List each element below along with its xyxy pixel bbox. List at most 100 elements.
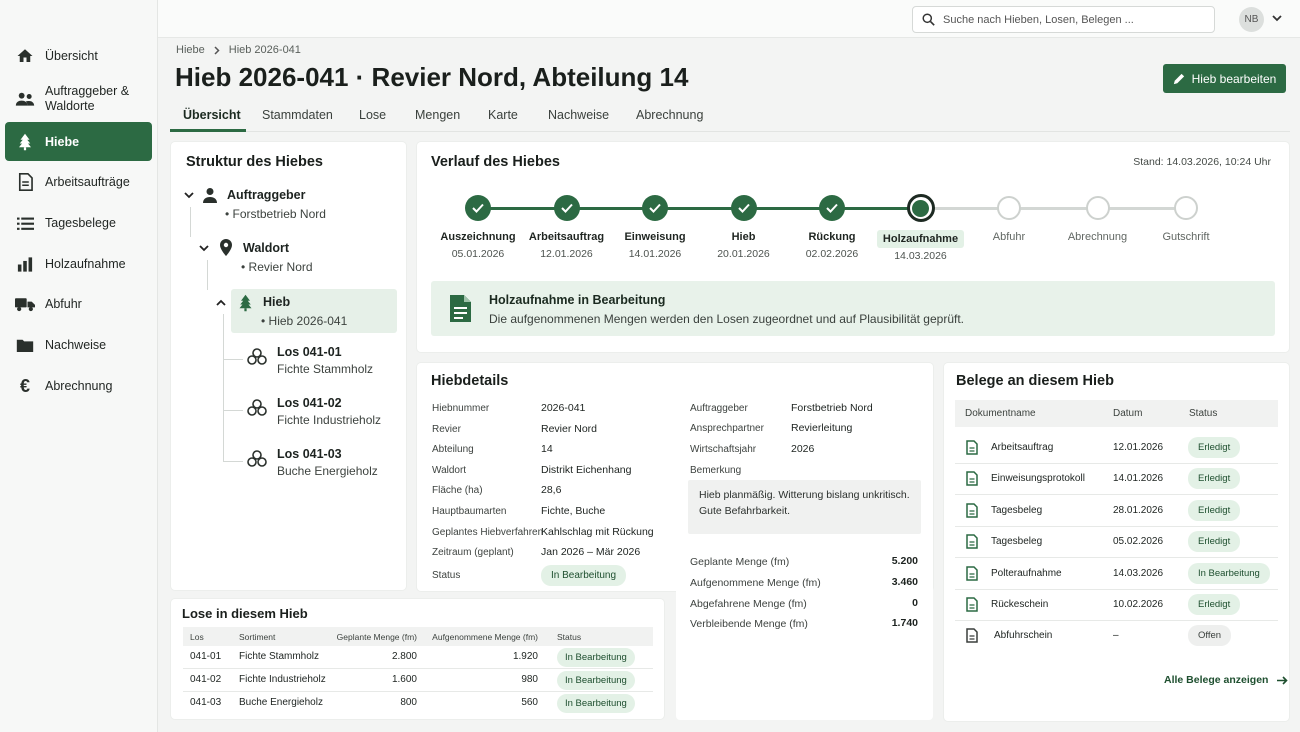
breadcrumb-parent[interactable]: Hiebe [176,44,205,56]
tab-stammdaten[interactable]: Stammdaten [262,108,333,122]
page-title: Hieb 2026-041 · Revier Nord, Abteilung 1… [175,62,689,92]
tab-mengen[interactable]: Mengen [415,108,460,122]
bar-chart-icon [5,256,45,272]
timeline-step[interactable]: Gutschrift [1141,231,1231,243]
status-badge: Erledigt [1188,499,1241,521]
tree-icon [5,133,45,151]
quantity-value: 1.740 [891,617,918,630]
document-name[interactable]: Abfuhrschein [994,630,1052,641]
chevron-down-icon[interactable] [1272,15,1282,22]
sidebar-item-hiebe[interactable]: Hiebe [5,122,152,161]
detail-value: 14 [541,443,553,456]
tab-nachweise[interactable]: Nachweise [548,108,609,122]
sidebar-item-nachweise[interactable]: Nachweise [5,331,152,359]
document-name[interactable]: Tagesbeleg [991,505,1042,516]
sidebar: Übersicht Auftraggeber & Waldorte Hiebe … [0,0,158,732]
step-future-marker [1174,196,1198,220]
lots-header: Status [557,632,582,642]
lot-id[interactable]: 041-02 [190,674,221,685]
avatar[interactable]: NB [1239,7,1264,32]
tree-lot-id[interactable]: Los 041-01 [277,345,342,359]
chevron-down-icon[interactable] [199,245,209,252]
tree-line [190,207,191,237]
checkmark-icon [472,203,484,213]
tree-client-value: • Forstbetrieb Nord [225,207,326,221]
sidebar-item-abrechnung[interactable]: € Abrechnung [5,372,152,400]
lot-id[interactable]: 041-01 [190,651,221,662]
row-divider [955,620,1278,621]
tab-abrechnung[interactable]: Abrechnung [636,108,703,122]
sidebar-item-arbeitsauftraege[interactable]: Arbeitsaufträge [5,168,152,196]
lots-header: Los [190,632,204,642]
tab-karte[interactable]: Karte [488,108,518,122]
all-documents-link[interactable]: Alle Belege anzeigen [1164,674,1289,686]
sidebar-item-tagesbelege[interactable]: Tagesbelege [5,209,152,237]
tree-lot-name: Buche Energieholz [277,464,378,478]
step-label: Holzaufnahme [876,230,965,248]
document-name[interactable]: Rückeschein [991,599,1048,610]
detail-key: Hauptbaumarten [432,506,507,517]
sidebar-item-holzaufnahme[interactable]: Holzaufnahme [5,250,152,278]
detail-value: Revierleitung [791,422,853,435]
timeline-step[interactable]: Abrechnung [1053,231,1143,243]
edit-hieb-button[interactable]: Hieb bearbeiten [1163,64,1286,93]
document-icon [966,534,978,549]
quantity-value: 0 [912,596,918,609]
timeline-stand: Stand: 14.03.2026, 10:24 Uhr [1133,156,1271,168]
tree-lot-id[interactable]: Los 041-02 [277,396,342,410]
breadcrumb-current: Hieb 2026-041 [228,44,301,56]
timeline-step[interactable]: Hieb 20.01.2026 [699,231,789,260]
detail-key: Geplantes Hiebverfahren [432,526,544,538]
document-name[interactable]: Arbeitsauftrag [991,442,1053,453]
detail-key: Fläche (ha) [432,485,483,497]
chevron-down-icon[interactable] [184,192,194,199]
step-date: 02.02.2026 [805,248,859,260]
documents-title: Belege an diesem Hieb [956,373,1114,389]
sidebar-item-label: Arbeitsaufträge [45,175,130,189]
chevron-right-icon [214,45,220,55]
search-placeholder: Suche nach Hieben, Losen, Belegen ... [943,13,1134,26]
step-label: Arbeitsauftrag [528,231,605,243]
timeline-step[interactable]: Einweisung 14.01.2026 [610,231,700,260]
status-badge: Erledigt [1188,594,1241,615]
sidebar-item-uebersicht[interactable]: Übersicht [5,42,152,70]
tree-location-label[interactable]: Waldort [243,241,289,255]
document-name[interactable]: Tagesbeleg [991,536,1042,547]
search-input[interactable]: Suche nach Hieben, Losen, Belegen ... [912,6,1215,33]
document-name[interactable]: Polteraufnahme [991,568,1062,579]
tab-lose[interactable]: Lose [359,108,386,122]
lot-id[interactable]: 041-03 [190,697,221,708]
chevron-up-icon[interactable] [216,299,226,306]
tab-uebersicht[interactable]: Übersicht [183,108,241,122]
timeline-step[interactable]: Holzaufnahme 14.03.2026 [876,230,966,262]
status-badge: Erledigt [1188,531,1241,553]
timeline-step[interactable]: Auszeichnung 05.01.2026 [433,231,523,260]
timeline-step[interactable]: Abfuhr [964,231,1054,243]
tree-lot-id[interactable]: Los 041-03 [277,447,342,461]
document-icon [966,471,978,487]
tree-line [207,260,208,290]
quantity-key: Abgefahrene Menge (fm) [690,597,807,610]
quantity-key: Verbleibende Menge (fm) [690,618,808,631]
sidebar-item-abfuhr[interactable]: Abfuhr [5,290,152,318]
all-documents-label: Alle Belege anzeigen [1164,674,1269,686]
document-date: – [1113,630,1119,642]
step-done-marker [465,195,491,221]
lot-planned: 800 [400,697,417,708]
tree-client-label[interactable]: Auftraggeber [227,188,305,202]
step-label: Abrechnung [1067,231,1128,243]
sidebar-item-auftraggeber[interactable]: Auftraggeber & Waldorte [5,82,152,116]
step-label: Einweisung [624,231,686,243]
timeline-step[interactable]: Arbeitsauftrag 12.01.2026 [522,231,612,260]
row-divider [955,463,1278,464]
timeline-step[interactable]: Rückung 02.02.2026 [787,231,877,260]
detail-key: Revier [432,423,461,435]
row-divider [955,588,1278,590]
step-date: 20.01.2026 [717,248,770,260]
document-icon [966,628,978,644]
remark-text: Hieb planmäßig. Witterung bislang unkrit… [688,480,921,534]
document-name[interactable]: Einweisungsprotokoll [991,473,1085,484]
detail-key: Status [432,570,461,581]
step-current-marker [906,194,935,222]
documents-card: Belege an diesem Hieb Dokumentname Datum… [944,363,1289,721]
